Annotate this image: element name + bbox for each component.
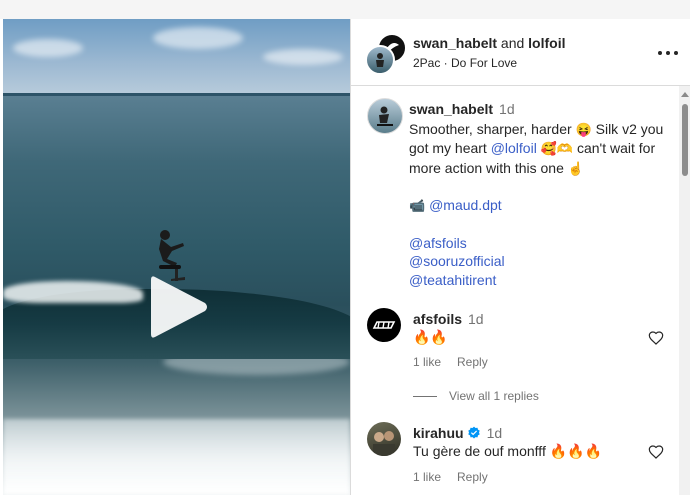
- more-horizontal-icon[interactable]: [658, 43, 678, 63]
- cloud: [153, 27, 243, 49]
- author-username[interactable]: swan_habelt: [413, 35, 497, 51]
- comment-header: afsfoils 1d: [413, 311, 484, 329]
- video-player[interactable]: [3, 19, 350, 495]
- comment-avatar[interactable]: [367, 308, 401, 342]
- scroll-up-icon[interactable]: [681, 92, 689, 97]
- play-icon[interactable]: [141, 271, 213, 343]
- comment-time: 1d: [468, 311, 484, 327]
- horizon: [3, 93, 350, 96]
- caption-avatar[interactable]: [367, 98, 403, 134]
- foam: [3, 419, 350, 495]
- cloud: [263, 49, 343, 65]
- comment-text: Tu gère de ouf monfff 🔥🔥🔥: [413, 443, 603, 459]
- emoji: 🥰🫶: [540, 141, 574, 156]
- like-count[interactable]: 1 like: [413, 470, 441, 484]
- like-count[interactable]: 1 like: [413, 355, 441, 369]
- mention-tag[interactable]: @teatahitirent: [409, 271, 671, 290]
- comment-meta: 1 like Reply: [413, 470, 504, 484]
- caption-username[interactable]: swan_habelt: [409, 101, 493, 117]
- mention-tag[interactable]: @afsfoils: [409, 234, 671, 253]
- view-replies[interactable]: View all 1 replies: [413, 389, 539, 403]
- scrollbar-thumb[interactable]: [682, 104, 688, 176]
- emoji: 😝: [575, 121, 592, 137]
- comment-username[interactable]: afsfoils: [413, 311, 462, 327]
- post-header: swan_habelt and lolfoil 2Pac · Do For Lo…: [351, 19, 690, 86]
- comment-text: 🔥🔥: [413, 329, 448, 345]
- heart-icon[interactable]: [648, 330, 664, 346]
- collaborator-username[interactable]: lolfoil: [528, 35, 565, 51]
- reply-button[interactable]: Reply: [457, 470, 488, 484]
- reply-button[interactable]: Reply: [457, 355, 488, 369]
- caption-tags: @afsfoils @sooruzofficial @teatahitirent: [409, 234, 671, 290]
- reply-line: [413, 396, 437, 398]
- heart-icon[interactable]: [648, 444, 664, 460]
- audio-track[interactable]: 2Pac · Do For Love: [413, 56, 517, 70]
- foam: [3, 281, 143, 303]
- comment-username[interactable]: kirahuu: [413, 425, 464, 441]
- comment-meta: 1 like Reply: [413, 355, 504, 369]
- comment-time: 1d: [486, 425, 503, 441]
- camera-icon: 📹: [409, 198, 426, 213]
- comment-avatar[interactable]: [367, 422, 401, 456]
- caption-time: 1d: [499, 101, 515, 117]
- view-replies-label[interactable]: View all 1 replies: [449, 389, 539, 403]
- caption-body: Smoother, sharper, harder 😝 Silk v2 you …: [409, 120, 671, 179]
- post-authors: swan_habelt and lolfoil: [413, 35, 566, 51]
- mention-tag[interactable]: @sooruzofficial: [409, 252, 671, 271]
- caption: swan_habelt 1d Smoother, sharper, harder …: [409, 100, 671, 289]
- mention-lolfoil[interactable]: @lolfoil: [491, 140, 537, 156]
- mention-maud[interactable]: @maud.dpt: [429, 197, 502, 213]
- emoji: ☝️: [567, 160, 584, 176]
- author-connector: and: [500, 35, 525, 51]
- verified-badge-icon: [467, 426, 480, 439]
- comments-panel: swan_habelt 1d Smoother, sharper, harder …: [351, 86, 676, 495]
- caption-credit: 📹 @maud.dpt: [409, 196, 671, 216]
- cloud: [13, 39, 83, 57]
- collab-avatars[interactable]: [365, 33, 407, 75]
- caption-text: Smoother, sharper, harder: [409, 120, 576, 137]
- avatar[interactable]: [365, 45, 395, 75]
- comment-header: kirahuu 1d: [413, 425, 502, 443]
- top-strip: [0, 0, 690, 19]
